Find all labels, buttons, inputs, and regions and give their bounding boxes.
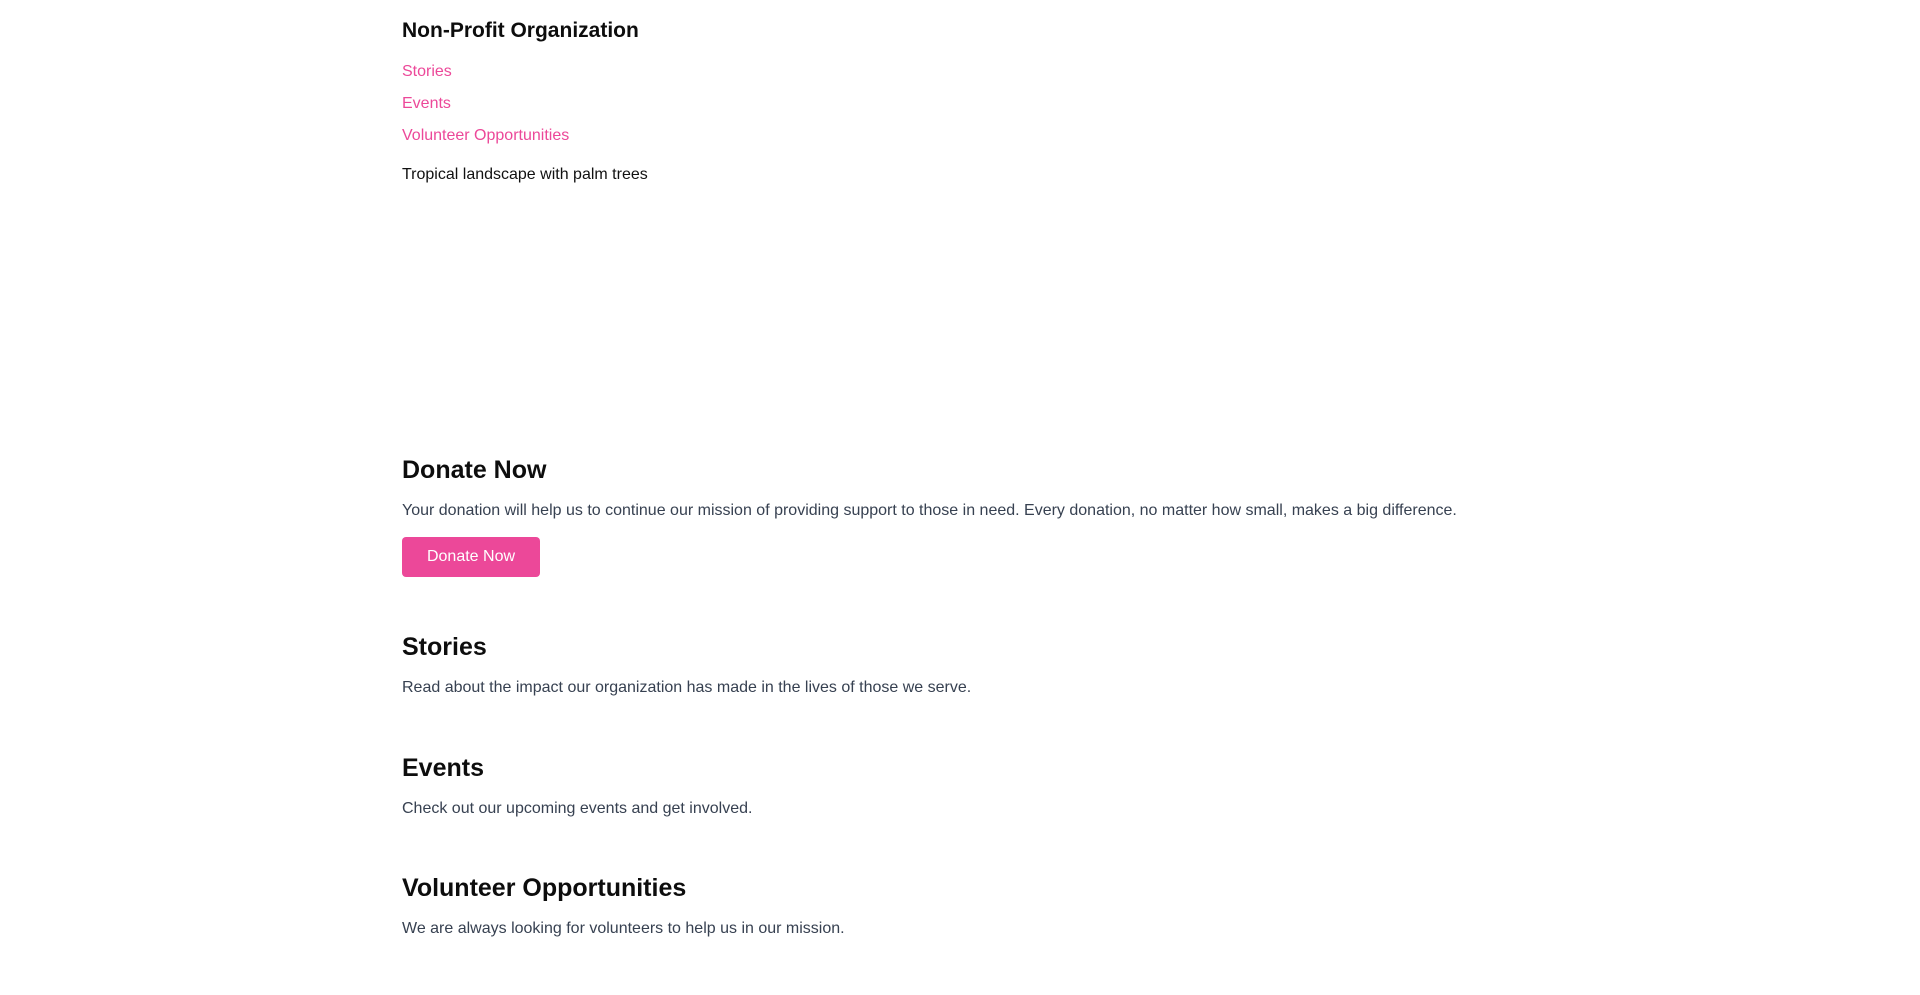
donate-text: Your donation will help us to continue o… bbox=[402, 502, 1457, 519]
stories-text: Read about the impact our organization h… bbox=[402, 679, 972, 696]
donate-section: Donate Now Your donation will help us to… bbox=[402, 456, 1502, 577]
volunteer-section: Volunteer Opportunities We are always lo… bbox=[402, 874, 1502, 940]
volunteer-title: Volunteer Opportunities bbox=[402, 874, 687, 902]
hero-image: Tropical landscape with palm trees bbox=[402, 166, 1502, 416]
page: Non-Profit Organization Stories Events V… bbox=[0, 0, 1920, 995]
events-section: Events Check out our upcoming events and… bbox=[402, 754, 1502, 820]
nav-link-events[interactable]: Events bbox=[402, 93, 569, 115]
donate-title: Donate Now bbox=[402, 456, 547, 484]
stories-title: Stories bbox=[402, 633, 487, 661]
stories-section: Stories Read about the impact our organi… bbox=[402, 633, 1502, 699]
events-title: Events bbox=[402, 754, 484, 782]
site-title: Non-Profit Organization bbox=[402, 19, 639, 42]
events-text: Check out our upcoming events and get in… bbox=[402, 800, 753, 817]
hero-image-alt-text: Tropical landscape with palm trees bbox=[402, 166, 648, 183]
nav-link-volunteer-opportunities[interactable]: Volunteer Opportunities bbox=[402, 125, 569, 147]
site-nav: Stories Events Volunteer Opportunities bbox=[402, 61, 569, 147]
nav-link-stories[interactable]: Stories bbox=[402, 61, 569, 83]
donate-now-button[interactable]: Donate Now bbox=[402, 537, 540, 577]
volunteer-text: We are always looking for volunteers to … bbox=[402, 920, 845, 937]
